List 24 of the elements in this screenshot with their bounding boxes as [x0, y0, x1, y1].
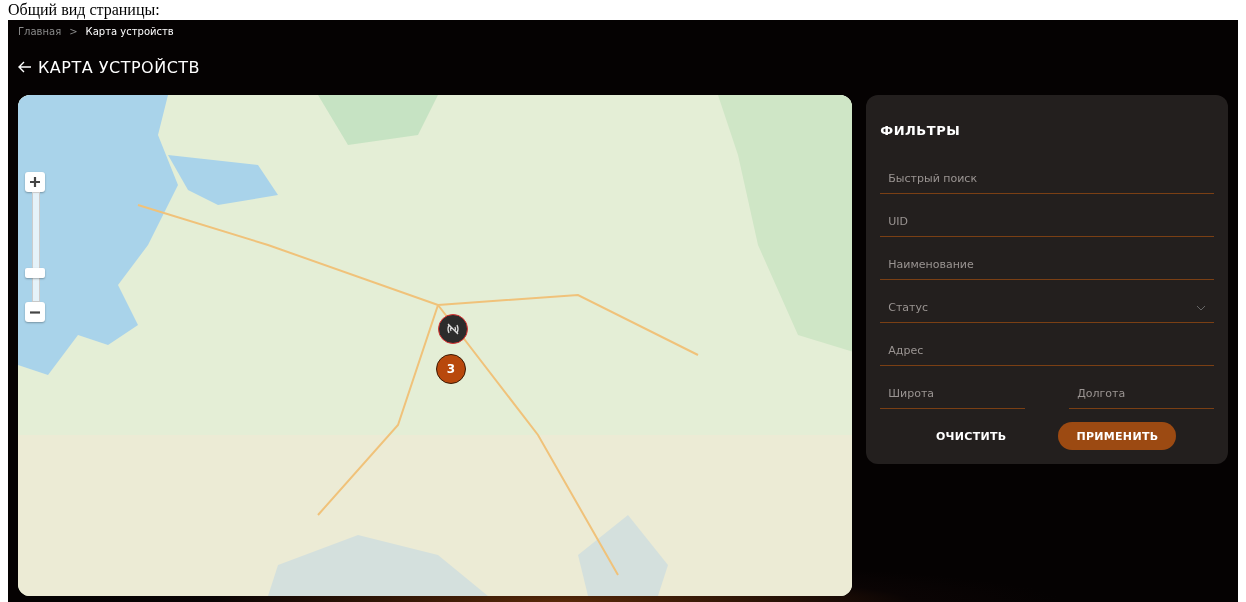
breadcrumb-link[interactable]: Главная [18, 25, 62, 37]
breadcrumb-link[interactable]: Карта устройств [85, 25, 174, 37]
muted-signal-icon [446, 322, 460, 336]
filter-title: ФИЛЬТРЫ [880, 123, 962, 138]
zoom-in-button[interactable] [25, 172, 45, 192]
back-button[interactable] [18, 61, 32, 73]
zoom-out-button[interactable] [25, 302, 45, 322]
input-field[interactable]: Долгота [1069, 387, 1214, 400]
input-field[interactable]: Быстрый поиск [880, 172, 1214, 185]
page-title: КАРТА УСТРОЙСТВ [38, 57, 201, 77]
input-field[interactable]: Адрес [880, 344, 1214, 357]
input-field[interactable]: Широта [880, 387, 1026, 400]
input-field[interactable]: UID [880, 215, 1214, 228]
arrow-left-icon [18, 61, 32, 73]
zoom-slider[interactable] [25, 192, 45, 302]
clear-button[interactable]: ОЧИСТИТЬ [917, 422, 1025, 450]
minus-icon [30, 310, 40, 314]
plus-icon [30, 177, 40, 187]
status-dropdown[interactable]: Статус [880, 293, 1214, 323]
apply-button[interactable]: ПРИМЕНИТЬ [1058, 422, 1177, 450]
zoom-handle[interactable] [25, 268, 45, 279]
input-field[interactable]: Наименование [880, 258, 1214, 271]
chevron-down-icon [1196, 304, 1206, 311]
breadcrumb-separator: > [69, 25, 78, 37]
